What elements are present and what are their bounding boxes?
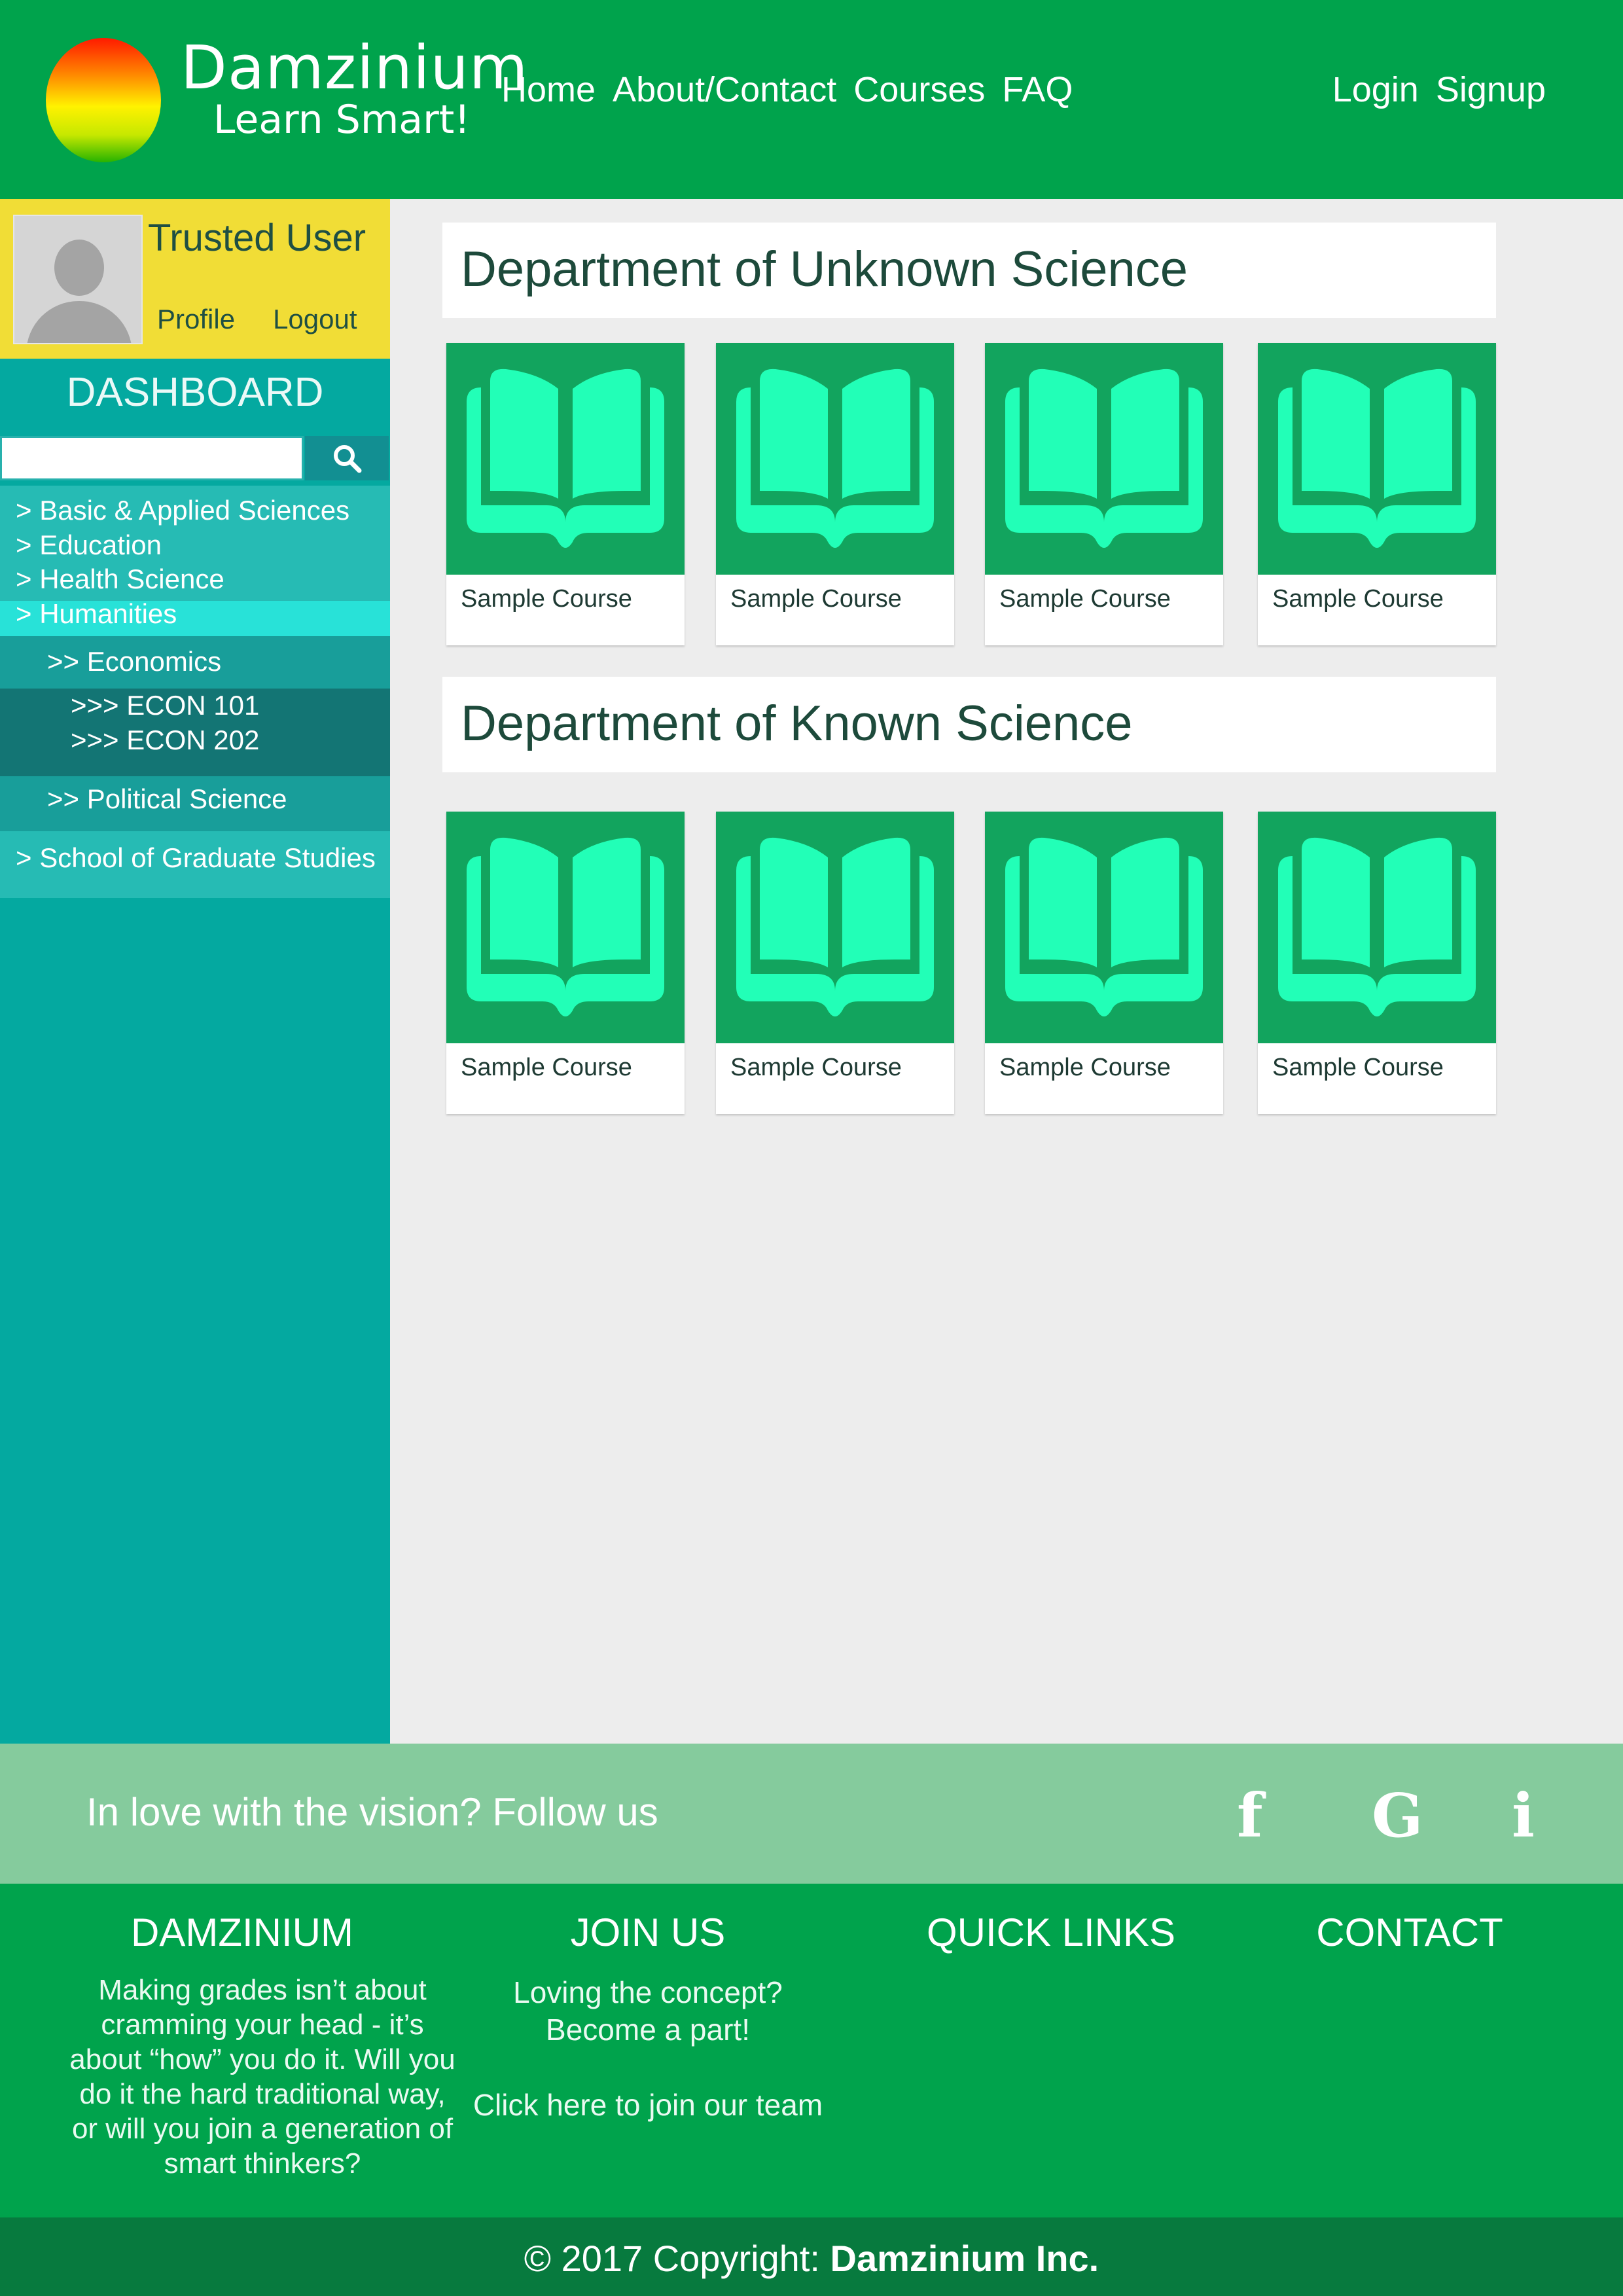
- logout-link[interactable]: Logout: [273, 304, 357, 335]
- course-title: Sample Course: [1272, 585, 1444, 613]
- book-icon: [1005, 837, 1203, 1016]
- sidebar-item-basic-applied-sciences[interactable]: > Basic & Applied Sciences: [16, 495, 349, 526]
- nav-faq-link[interactable]: FAQ: [1002, 69, 1073, 110]
- course-card[interactable]: Sample Course: [716, 343, 954, 645]
- book-icon: [1278, 368, 1476, 548]
- nav-courses-link[interactable]: Courses: [853, 69, 985, 110]
- footer-damzinium-title: DAMZINIUM: [131, 1910, 353, 1954]
- book-icon: [467, 837, 664, 1016]
- site-header: Damzinium Learn Smart! Home About/Contac…: [0, 0, 1623, 199]
- nav-about-link[interactable]: About/Contact: [613, 69, 836, 110]
- course-thumbnail: [716, 812, 954, 1043]
- course-thumbnail: [985, 343, 1223, 575]
- course-title: Sample Course: [461, 585, 632, 613]
- search-icon: [334, 445, 362, 473]
- copyright-company: Damzinium Inc.: [830, 2238, 1099, 2279]
- brand-name[interactable]: Damzinium: [181, 33, 529, 103]
- google-icon[interactable]: G: [1372, 1780, 1423, 1851]
- sidebar-item-health-science[interactable]: > Health Science: [16, 564, 224, 595]
- avatar: [13, 215, 143, 344]
- auth-nav: Login Signup: [1332, 69, 1546, 110]
- course-thumbnail: [446, 343, 685, 575]
- course-card[interactable]: Sample Course: [1258, 343, 1496, 645]
- brand-tagline: Learn Smart!: [213, 97, 471, 143]
- book-icon: [467, 368, 664, 548]
- sidebar-item-economics[interactable]: >> Economics: [47, 646, 221, 677]
- nav-home-link[interactable]: Home: [501, 69, 596, 110]
- facebook-icon[interactable]: f: [1237, 1780, 1263, 1851]
- dashboard-title: DASHBOARD: [66, 370, 324, 415]
- book-icon: [736, 837, 934, 1016]
- course-title: Sample Course: [730, 1054, 902, 1081]
- footer-damzinium-text: Making grades isn’t about cramming your …: [69, 1974, 455, 2179]
- follow-bar: In love with the vision? Follow us f G i: [0, 1744, 1623, 1884]
- course-card[interactable]: Sample Course: [1258, 812, 1496, 1114]
- course-title: Sample Course: [999, 585, 1171, 613]
- course-thumbnail: [446, 812, 685, 1043]
- footer-join-link[interactable]: Click here to join our team: [458, 2088, 838, 2123]
- course-title: Sample Course: [1272, 1054, 1444, 1081]
- footer: DAMZINIUM Making grades isn’t about cram…: [0, 1884, 1623, 2217]
- course-title: Sample Course: [730, 585, 902, 613]
- book-icon: [1005, 368, 1203, 548]
- sidebar-item-humanities[interactable]: > Humanities: [16, 598, 177, 630]
- course-card[interactable]: Sample Course: [446, 812, 685, 1114]
- course-card[interactable]: Sample Course: [985, 343, 1223, 645]
- department-title-text: Department of Known Science: [461, 696, 1133, 751]
- book-icon: [736, 368, 934, 548]
- search-input[interactable]: [0, 436, 304, 480]
- course-title: Sample Course: [461, 1054, 632, 1081]
- search-button[interactable]: [305, 436, 389, 480]
- logo-icon[interactable]: [46, 38, 161, 162]
- course-card[interactable]: Sample Course: [446, 343, 685, 645]
- footer-join-title: JOIN US: [570, 1910, 726, 1954]
- info-icon[interactable]: i: [1512, 1780, 1535, 1851]
- course-card[interactable]: Sample Course: [716, 812, 954, 1114]
- course-thumbnail: [985, 812, 1223, 1043]
- footer-contact-title: CONTACT: [1316, 1910, 1503, 1954]
- sidebar-item-education[interactable]: > Education: [16, 529, 162, 561]
- sidebar-item-econ-202[interactable]: >>> ECON 202: [71, 725, 259, 756]
- department-title: Department of Known Science: [442, 677, 1496, 772]
- sidebar-item-graduate-studies[interactable]: > School of Graduate Studies: [16, 842, 376, 874]
- footer-join-text: Loving the concept? Become a part!: [513, 1975, 783, 2047]
- main-nav: Home About/Contact Courses FAQ: [501, 69, 1073, 110]
- footer-quick-links-title: QUICK LINKS: [926, 1910, 1176, 1954]
- avatar-body-icon: [26, 301, 132, 343]
- copyright-bar: © 2017 Copyright: Damzinium Inc.: [0, 2217, 1623, 2296]
- sidebar-item-political-science[interactable]: >> Political Science: [47, 783, 287, 815]
- course-title: Sample Course: [999, 1054, 1171, 1081]
- signup-link[interactable]: Signup: [1436, 69, 1546, 110]
- follow-text: In love with the vision? Follow us: [86, 1790, 658, 1834]
- sidebar-item-econ-101[interactable]: >>> ECON 101: [71, 690, 259, 721]
- copyright-text: © 2017 Copyright:: [524, 2238, 830, 2279]
- department-title-text: Department of Unknown Science: [461, 242, 1188, 297]
- user-links: Profile Logout: [157, 304, 357, 335]
- department-title: Department of Unknown Science: [442, 223, 1496, 318]
- avatar-head-icon: [54, 240, 104, 296]
- course-thumbnail: [1258, 812, 1496, 1043]
- user-name: Trusted User: [148, 217, 366, 259]
- course-thumbnail: [716, 343, 954, 575]
- book-icon: [1278, 837, 1476, 1016]
- course-thumbnail: [1258, 343, 1496, 575]
- login-link[interactable]: Login: [1332, 69, 1419, 110]
- user-panel: Trusted User Profile Logout: [0, 199, 390, 359]
- profile-link[interactable]: Profile: [157, 304, 235, 335]
- course-card[interactable]: Sample Course: [985, 812, 1223, 1114]
- sidebar: Trusted User Profile Logout DASHBOARD > …: [0, 199, 390, 1744]
